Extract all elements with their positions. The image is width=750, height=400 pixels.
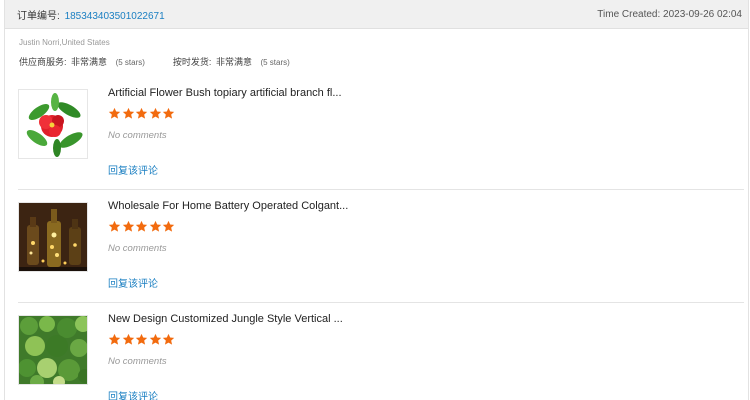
supplier-service-rating: 供应商服务: 非常满意 (5 stars) [19, 55, 145, 68]
order-id-link[interactable]: 185343403501022671 [65, 11, 165, 22]
star-icon [149, 107, 161, 119]
product-review-item: Wholesale For Home Battery Operated Colg… [18, 190, 744, 303]
review-comment: No comments [108, 356, 167, 367]
supplier-service-stars: (5 stars) [115, 58, 145, 67]
product-title-link[interactable]: Wholesale For Home Battery Operated Colg… [108, 200, 348, 212]
star-icon [162, 333, 175, 345]
fairy-light-bottle-photo-icon [19, 203, 87, 271]
star-icon [108, 333, 121, 345]
rating-stars [108, 107, 176, 120]
reply-review-link[interactable]: 回复该评论 [108, 162, 158, 177]
product-thumbnail[interactable] [18, 315, 88, 385]
buyer-name: Justin Norri,United States [19, 38, 110, 47]
rating-stars [108, 220, 176, 233]
reply-review-link[interactable]: 回复该评论 [108, 275, 158, 290]
seller-ratings: 供应商服务: 非常满意 (5 stars) 按时发货: 非常满意 (5 star… [19, 55, 748, 68]
star-icon [162, 107, 175, 119]
green-wall-photo-icon [19, 316, 87, 384]
order-review-panel: 订单编号: 185343403501022671 Time Created: 2… [4, 0, 749, 400]
on-time-shipping-rating: 按时发货: 非常满意 (5 stars) [173, 55, 290, 68]
review-comment: No comments [108, 130, 167, 141]
star-icon [135, 107, 148, 119]
on-time-value: 非常满意 [215, 57, 252, 67]
star-icon [149, 220, 161, 232]
red-flower-photo-icon [19, 90, 87, 158]
star-icon [122, 107, 134, 119]
time-created: Time Created: 2023-09-26 02:04 [597, 8, 742, 20]
order-id-group: 订单编号: 185343403501022671 [17, 7, 165, 22]
reply-review-link[interactable]: 回复该评论 [108, 388, 158, 400]
star-icon [108, 107, 121, 119]
order-id-label: 订单编号: [17, 10, 60, 22]
star-icon [122, 220, 134, 232]
product-review-item: New Design Customized Jungle Style Verti… [18, 303, 744, 400]
rating-stars [108, 333, 176, 346]
product-thumbnail[interactable] [18, 89, 88, 159]
star-icon [108, 220, 121, 232]
product-review-list: Artificial Flower Bush topiary artificia… [5, 77, 748, 400]
star-icon [149, 333, 161, 345]
buyer-info: Justin Norri,United States 供应商服务: 非常满意 (… [5, 29, 748, 68]
supplier-service-value: 非常满意 [71, 57, 108, 67]
star-icon [135, 333, 148, 345]
product-thumbnail[interactable] [18, 202, 88, 272]
product-review-item: Artificial Flower Bush topiary artificia… [18, 77, 744, 190]
review-comment: No comments [108, 243, 167, 254]
on-time-label: 按时发货: [172, 57, 212, 67]
product-title-link[interactable]: New Design Customized Jungle Style Verti… [108, 313, 343, 325]
on-time-stars: (5 stars) [260, 58, 290, 67]
star-icon [162, 220, 175, 232]
star-icon [122, 333, 134, 345]
star-icon [135, 220, 148, 232]
product-title-link[interactable]: Artificial Flower Bush topiary artificia… [108, 87, 342, 99]
supplier-service-label: 供应商服务: [19, 57, 67, 67]
order-header: 订单编号: 185343403501022671 Time Created: 2… [5, 0, 748, 29]
